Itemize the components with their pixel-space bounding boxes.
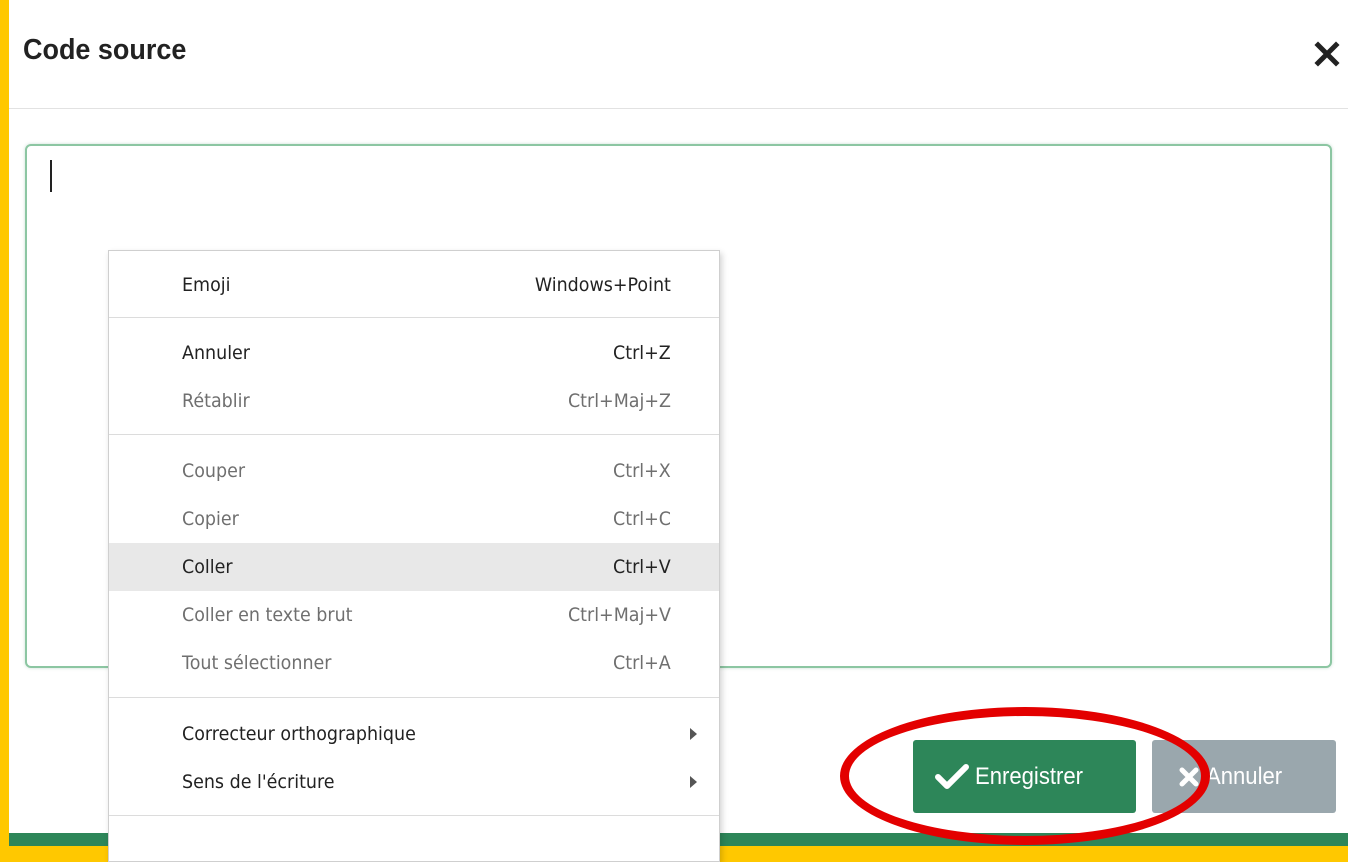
menu-item-paste[interactable]: Coller Ctrl+V — [109, 543, 719, 591]
menu-separator — [109, 697, 719, 698]
dialog-title: Code source — [23, 34, 187, 66]
close-icon — [1179, 767, 1199, 786]
context-menu: Emoji Windows+Point Annuler Ctrl+Z Rétab… — [108, 250, 720, 862]
menu-item-undo[interactable]: Annuler Ctrl+Z — [109, 329, 719, 377]
menu-separator — [109, 434, 719, 435]
menu-item-select-all[interactable]: Tout sélectionner Ctrl+A — [109, 639, 719, 687]
close-button[interactable] — [1311, 38, 1343, 70]
close-icon — [1314, 41, 1340, 67]
menu-item-cut[interactable]: Couper Ctrl+X — [109, 447, 719, 495]
menu-item-redo[interactable]: Rétablir Ctrl+Maj+Z — [109, 377, 719, 425]
save-button-label: Enregistrer — [975, 762, 1083, 790]
cancel-button[interactable]: Annuler — [1152, 740, 1336, 813]
menu-item-paste-plain-text[interactable]: Coller en texte brut Ctrl+Maj+V — [109, 591, 719, 639]
text-caret — [50, 160, 52, 192]
menu-separator — [109, 815, 719, 816]
menu-item-writing-direction[interactable]: Sens de l'écriture — [109, 758, 719, 806]
check-icon — [935, 763, 969, 789]
menu-item-spellcheck[interactable]: Correcteur orthographique — [109, 710, 719, 758]
menu-item-emoji[interactable]: Emoji Windows+Point — [109, 261, 719, 309]
cancel-button-label: Annuler — [1206, 762, 1283, 790]
menu-separator — [109, 317, 719, 318]
chevron-right-icon — [690, 728, 697, 740]
chevron-right-icon — [690, 776, 697, 788]
save-button[interactable]: Enregistrer — [913, 740, 1136, 813]
dialog-header: Code source — [9, 0, 1348, 109]
menu-item-copy[interactable]: Copier Ctrl+C — [109, 495, 719, 543]
